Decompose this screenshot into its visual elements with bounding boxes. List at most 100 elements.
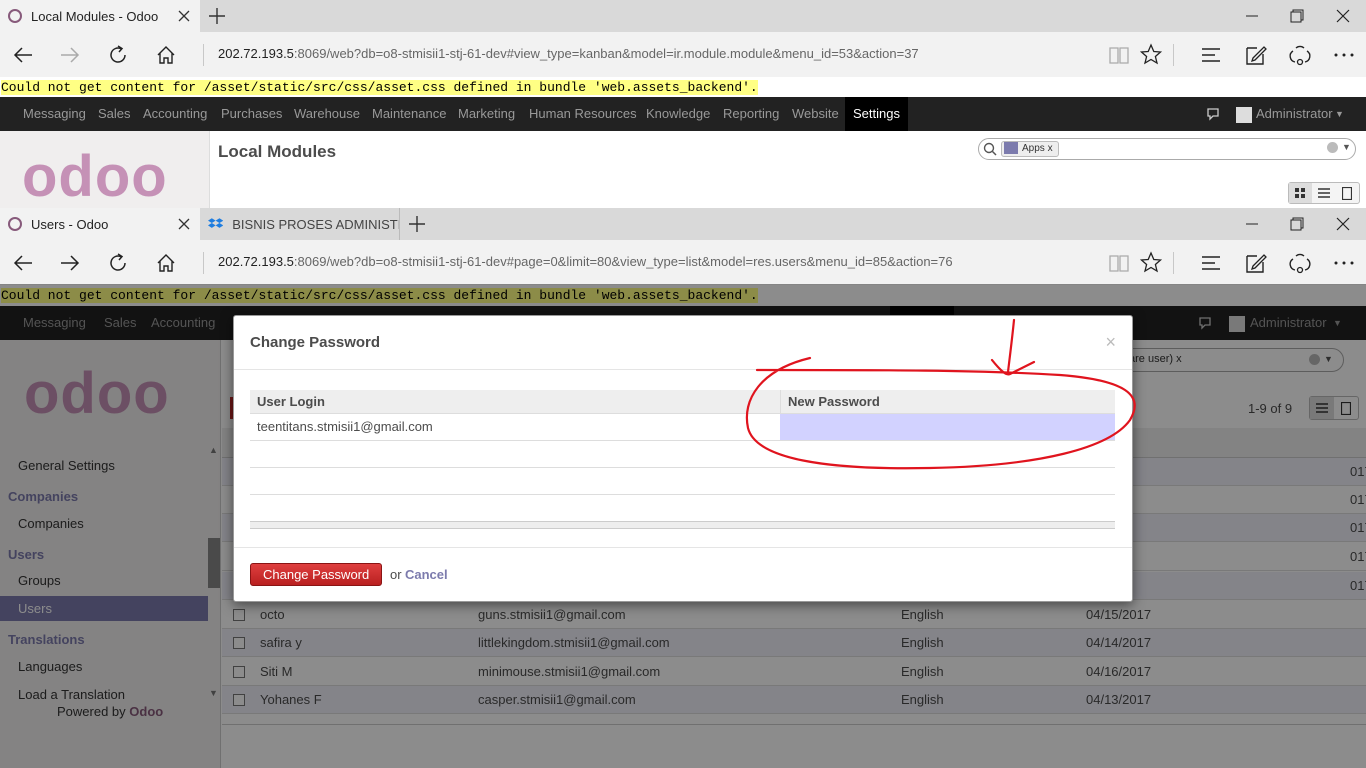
back-icon[interactable] xyxy=(10,42,36,68)
menu-warehouse[interactable]: Warehouse xyxy=(294,97,360,131)
menu-messaging[interactable]: Messaging xyxy=(23,97,86,131)
sidebar-item-load-translation[interactable]: Load a Translation xyxy=(18,687,125,702)
close-tab-icon[interactable] xyxy=(176,216,192,232)
share-icon[interactable] xyxy=(1287,250,1313,276)
sidebar-head-users: Users xyxy=(8,547,45,562)
table-row[interactable]: octo guns.stmisii1@gmail.com English 04/15/… xyxy=(222,601,1366,629)
menu-accounting[interactable]: Accounting xyxy=(143,97,207,131)
kanban-view-icon[interactable] xyxy=(1289,183,1313,203)
web-note-icon[interactable] xyxy=(1243,42,1269,68)
form-view-icon[interactable] xyxy=(1334,397,1358,419)
share-icon[interactable] xyxy=(1287,42,1313,68)
search-options-icon[interactable]: ▼ xyxy=(1324,354,1333,364)
menu-settings[interactable]: Settings xyxy=(845,97,908,131)
forward-icon[interactable] xyxy=(57,42,83,68)
menu-purchases[interactable]: Purchases xyxy=(221,97,282,131)
menu-website[interactable]: Website xyxy=(792,97,839,131)
pager: 1-9 of 9 xyxy=(1248,401,1293,416)
menu-maintenance[interactable]: Maintenance xyxy=(372,97,446,131)
row-checkbox[interactable] xyxy=(233,666,245,678)
user-last-connection: 04/16/2017 xyxy=(1086,664,1152,679)
menu-sales[interactable]: Sales xyxy=(98,97,131,131)
hub-icon[interactable] xyxy=(1198,42,1224,68)
search-box[interactable]: are user) x ▼ xyxy=(1118,348,1344,372)
reading-view-icon[interactable] xyxy=(1106,42,1132,68)
close-window-icon[interactable] xyxy=(1331,212,1355,236)
forward-icon[interactable] xyxy=(57,250,83,276)
home-icon[interactable] xyxy=(153,250,179,276)
user-last-connection: 04/13/2017 xyxy=(1086,692,1152,707)
menu-messaging[interactable]: Messaging xyxy=(23,306,86,340)
menu-human-resources[interactable]: Human Resources xyxy=(529,97,637,131)
search-box[interactable]: Apps x ▼ xyxy=(978,138,1356,160)
menu-reporting[interactable]: Reporting xyxy=(723,97,779,131)
sidebar-item-general-settings[interactable]: General Settings xyxy=(18,458,115,473)
user-menu[interactable]: Administrator xyxy=(1250,306,1327,340)
scroll-down-icon[interactable]: ▼ xyxy=(209,688,218,698)
clear-search-icon[interactable] xyxy=(1327,142,1338,153)
row-checkbox[interactable] xyxy=(233,637,245,649)
window1-logo-area: odoo xyxy=(0,131,210,208)
url-path: :8069/web?db=o8-stmisii1-stj-61-dev#page… xyxy=(293,254,953,269)
table-row[interactable]: Yohanes F casper.stmisii1@gmail.com Englis… xyxy=(222,686,1366,714)
date-cell: 017 xyxy=(1350,464,1366,479)
row-checkbox[interactable] xyxy=(233,609,245,621)
minimize-icon[interactable] xyxy=(1240,4,1264,28)
row-checkbox[interactable] xyxy=(233,694,245,706)
table-row[interactable]: Siti M minimouse.stmisii1@gmail.com Englis… xyxy=(222,658,1366,686)
web-note-icon[interactable] xyxy=(1243,250,1269,276)
chat-icon[interactable] xyxy=(1198,316,1214,330)
scroll-up-icon[interactable]: ▲ xyxy=(209,445,218,455)
close-window-icon[interactable] xyxy=(1331,4,1355,28)
address-bar[interactable]: 202.72.193.5:8069/web?db=o8-stmisii1-stj… xyxy=(218,254,953,269)
new-tab-icon[interactable] xyxy=(405,212,429,236)
minimize-icon[interactable] xyxy=(1240,212,1264,236)
favorite-star-icon[interactable] xyxy=(1138,42,1164,68)
chat-icon[interactable] xyxy=(1206,107,1222,121)
change-password-button[interactable]: Change Password xyxy=(250,563,383,586)
user-language: English xyxy=(901,664,944,679)
menu-sales[interactable]: Sales xyxy=(104,306,137,340)
back-icon[interactable] xyxy=(10,250,36,276)
close-dialog-icon[interactable]: × xyxy=(1105,332,1116,353)
browser-tab-local-modules[interactable]: Local Modules - Odoo xyxy=(0,0,200,32)
facet-remove[interactable]: x xyxy=(1176,353,1182,365)
close-tab-icon[interactable] xyxy=(176,8,192,24)
sidebar-scrollbar[interactable] xyxy=(208,538,220,588)
user-menu[interactable]: Administrator xyxy=(1256,97,1333,131)
menu-knowledge[interactable]: Knowledge xyxy=(646,97,710,131)
divider xyxy=(1173,252,1174,274)
restore-icon[interactable] xyxy=(1285,4,1309,28)
refresh-icon[interactable] xyxy=(105,250,131,276)
form-view-icon[interactable] xyxy=(1336,183,1359,203)
sidebar-item-languages[interactable]: Languages xyxy=(18,659,82,674)
new-password-input[interactable] xyxy=(780,414,1115,440)
table-row[interactable]: safira y littlekingdom.stmisii1@gmail.com… xyxy=(222,629,1366,657)
user-login: littlekingdom.stmisii1@gmail.com xyxy=(478,635,670,650)
password-grid-header: User Login New Password xyxy=(250,390,1115,414)
browser-tab-users[interactable]: Users - Odoo xyxy=(0,208,200,240)
address-bar[interactable]: 202.72.193.5:8069/web?db=o8-stmisii1-stj… xyxy=(218,46,919,61)
menu-marketing[interactable]: Marketing xyxy=(458,97,515,131)
new-tab-icon[interactable] xyxy=(205,4,229,28)
menu-accounting[interactable]: Accounting xyxy=(151,306,215,340)
search-facet: are user) x xyxy=(1129,353,1182,365)
hub-icon[interactable] xyxy=(1198,250,1224,276)
cancel-link[interactable]: Cancel xyxy=(405,567,448,582)
more-icon[interactable] xyxy=(1331,42,1357,68)
home-icon[interactable] xyxy=(153,42,179,68)
refresh-icon[interactable] xyxy=(105,42,131,68)
clear-search-icon[interactable] xyxy=(1309,354,1320,365)
favorite-star-icon[interactable] xyxy=(1138,250,1164,276)
sidebar-item-groups[interactable]: Groups xyxy=(18,573,61,588)
facet-remove[interactable]: x xyxy=(1048,143,1053,154)
reading-view-icon[interactable] xyxy=(1106,250,1132,276)
list-view-icon[interactable] xyxy=(1310,397,1334,419)
browser-tab-strip: Local Modules - Odoo xyxy=(0,0,1366,32)
search-options-icon[interactable]: ▼ xyxy=(1342,142,1351,152)
list-view-icon[interactable] xyxy=(1312,183,1335,203)
sidebar-item-companies[interactable]: Companies xyxy=(18,516,84,531)
restore-icon[interactable] xyxy=(1285,212,1309,236)
more-icon[interactable] xyxy=(1331,250,1357,276)
browser-tab-bisnis[interactable]: BISNIS PROSES ADMINISTR xyxy=(200,208,400,240)
